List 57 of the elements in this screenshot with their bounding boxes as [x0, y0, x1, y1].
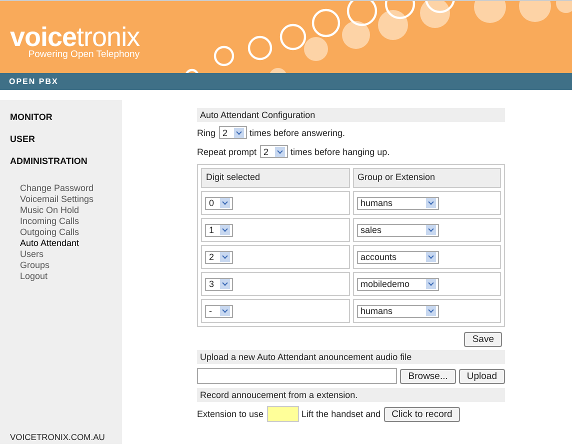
section-title: Record annoucement from a extension.	[197, 388, 505, 402]
ring-suffix: times before answering.	[250, 128, 346, 138]
repeat-suffix: times before hanging up.	[290, 146, 390, 156]
sidebar-link[interactable]: Music On Hold	[20, 205, 122, 216]
sidebar-link[interactable]: Groups	[20, 260, 122, 271]
lift-text: Lift the handset and	[302, 409, 381, 419]
digit-dropdown[interactable]: 1	[205, 224, 233, 236]
nav-section-link[interactable]: MONITOR	[10, 112, 122, 122]
digit-dropdown[interactable]: -	[205, 304, 233, 318]
file-path-field[interactable]	[197, 368, 398, 384]
digit-dropdown[interactable]: 2	[205, 250, 233, 264]
column-header: Group or Extension	[352, 168, 501, 188]
chevron-icon	[426, 198, 436, 208]
sidebar-link[interactable]: Outgoing Calls	[20, 227, 122, 238]
nav-section-link[interactable]: USER	[10, 134, 122, 144]
target-dropdown[interactable]: accounts	[356, 250, 438, 264]
record-button[interactable]: Click to record	[384, 406, 460, 422]
target-dropdown[interactable]: humans	[356, 304, 438, 318]
chevron-icon	[234, 128, 244, 138]
extension-label: Extension to use	[197, 409, 264, 419]
chevron-icon	[220, 306, 230, 316]
chevron-icon	[220, 252, 230, 262]
digit-dropdown[interactable]: 0	[205, 196, 233, 210]
logo-wordmark: voicetronix	[10, 23, 140, 51]
chevron-icon	[426, 279, 436, 289]
sidebar-link[interactable]: Incoming Calls	[20, 216, 122, 227]
save-button[interactable]: Save	[464, 332, 502, 347]
chevron-icon	[220, 198, 230, 208]
chevron-icon	[426, 252, 436, 262]
target-dropdown[interactable]: sales	[356, 224, 438, 236]
chevron-icon	[220, 279, 230, 289]
chevron-icon	[220, 225, 230, 235]
target-dropdown[interactable]: humans	[356, 196, 438, 210]
nav-section-link[interactable]: ADMINISTRATION	[10, 156, 122, 166]
sidebar-link[interactable]: Auto Attendant	[20, 238, 122, 249]
chevron-icon	[274, 146, 285, 156]
column-header: Digit selected	[201, 168, 350, 188]
chevron-icon	[426, 225, 436, 235]
chevron-icon	[426, 306, 436, 316]
target-dropdown[interactable]: mobiledemo	[356, 278, 438, 290]
upload-button[interactable]: Upload	[458, 368, 505, 384]
digit-dropdown[interactable]: 3	[205, 278, 233, 290]
extension-field[interactable]	[266, 406, 299, 422]
ring-label: Ring	[197, 128, 216, 138]
section-title: Upload a new Auto Attendant anouncement audio file	[197, 350, 505, 364]
sidebar-link[interactable]: Change Password	[20, 183, 122, 194]
sidebar-link[interactable]: Logout	[20, 271, 122, 282]
sidebar-link[interactable]: Voicemail Settings	[20, 194, 122, 205]
browse-button[interactable]: Browse...	[400, 368, 456, 384]
sidebar-link[interactable]: Users	[20, 249, 122, 260]
repeat-label: Repeat prompt	[197, 146, 257, 156]
repeat-dropdown[interactable]: 2	[260, 145, 288, 158]
ring-dropdown[interactable]: 2	[218, 126, 247, 139]
footer-text: VOICETRONIX.COM.AU	[10, 432, 106, 444]
nav-title: OPEN PBX	[9, 77, 58, 86]
section-title: Auto Attendant Configuration	[197, 108, 505, 122]
tagline: Powering Open Telephony	[27, 49, 140, 60]
